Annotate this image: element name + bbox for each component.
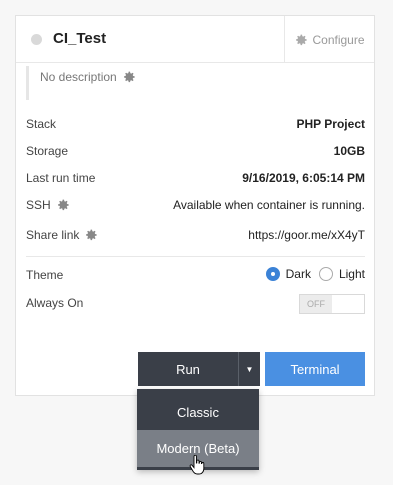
ssh-row: SSH Available when container is running. [26, 198, 365, 218]
gear-icon[interactable] [122, 70, 136, 84]
run-button[interactable]: Run [138, 352, 238, 386]
menu-item-classic[interactable]: Classic [137, 394, 259, 431]
share-link-label: Share link [26, 228, 80, 242]
configure-label: Configure [312, 32, 365, 47]
always-on-label: Always On [26, 296, 84, 310]
toggle-state: OFF [300, 295, 332, 313]
caret-down-icon: ▼ [245, 364, 254, 374]
always-on-toggle[interactable]: OFF [299, 294, 365, 314]
always-on-row: Always On OFF [26, 294, 365, 316]
theme-light-label: Light [338, 267, 365, 281]
project-card: CI_Test Configure No description Stack P… [15, 15, 375, 396]
share-label-group: Share link [26, 228, 98, 242]
theme-dark-radio[interactable]: Dark [265, 267, 311, 281]
storage-row: Storage 10GB [26, 144, 365, 164]
run-button-group: Run ▼ [138, 352, 260, 386]
stack-row: Stack PHP Project [26, 117, 365, 137]
status-dot-icon [31, 34, 42, 45]
theme-radio-group: Dark Light [265, 267, 365, 281]
ssh-label-group: SSH [26, 198, 70, 212]
ssh-value: Available when container is running. [173, 198, 365, 212]
divider [26, 256, 365, 257]
radio-selected-icon [265, 267, 280, 281]
gear-icon[interactable] [84, 228, 98, 242]
ssh-label: SSH [26, 198, 51, 212]
theme-row: Theme Dark Light [26, 267, 365, 288]
last-run-value: 9/16/2019, 6:05:14 PM [242, 171, 365, 185]
gear-icon [294, 33, 308, 47]
terminal-button[interactable]: Terminal [265, 352, 365, 386]
configure-button[interactable]: Configure [284, 16, 374, 63]
last-run-label: Last run time [26, 171, 96, 185]
description: No description [40, 70, 136, 84]
share-link-value[interactable]: https://goor.me/xX4yT [248, 228, 365, 242]
run-dropdown-toggle[interactable]: ▼ [238, 352, 260, 386]
theme-dark-label: Dark [285, 267, 311, 281]
theme-light-radio[interactable]: Light [318, 267, 365, 281]
card-header: CI_Test Configure [16, 16, 374, 63]
theme-label: Theme [26, 268, 64, 282]
project-title: CI_Test [53, 30, 107, 47]
gear-icon[interactable] [56, 198, 70, 212]
stack-value: PHP Project [296, 117, 365, 131]
share-link-row: Share link https://goor.me/xX4yT [26, 228, 365, 248]
last-run-row: Last run time 9/16/2019, 6:05:14 PM [26, 171, 365, 191]
radio-unselected-icon [318, 267, 333, 281]
description-block: No description [26, 66, 366, 100]
stack-label: Stack [26, 117, 57, 131]
storage-value: 10GB [333, 144, 365, 158]
description-text: No description [40, 70, 117, 84]
hand-pointer-icon [189, 455, 205, 475]
storage-label: Storage [26, 144, 69, 158]
